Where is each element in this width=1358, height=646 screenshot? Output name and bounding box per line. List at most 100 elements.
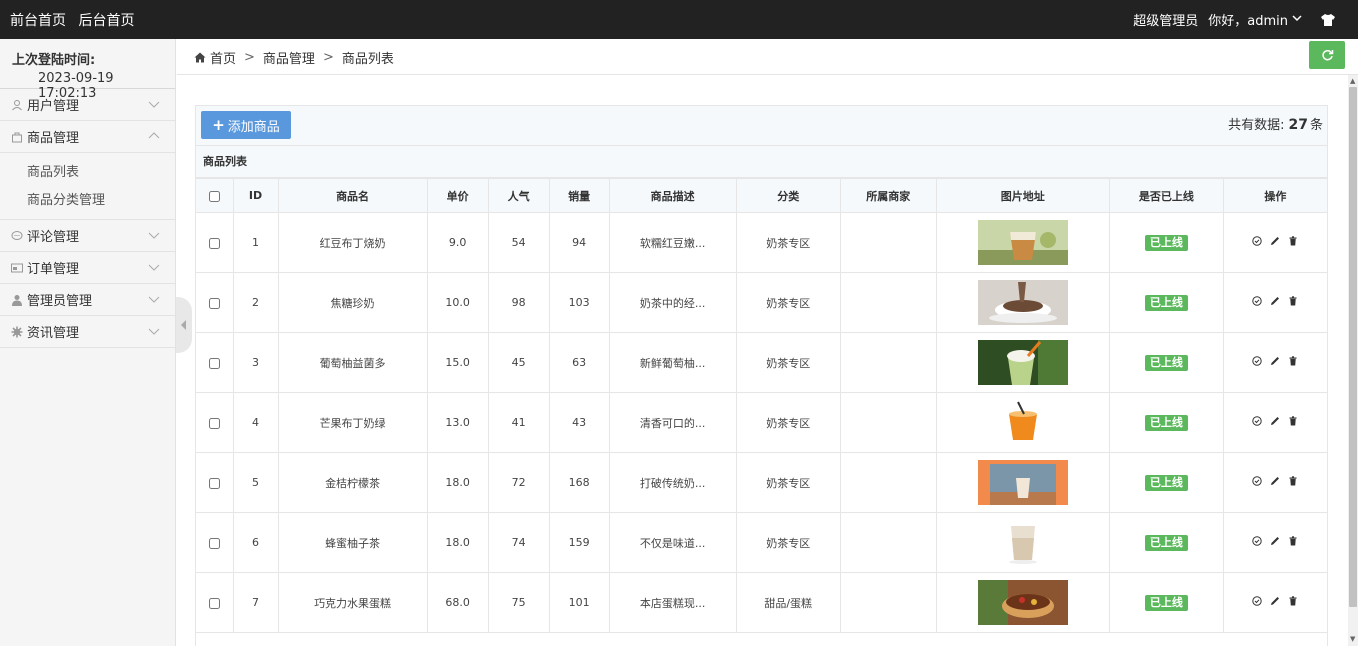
- edit-pencil-icon[interactable]: [1270, 476, 1280, 486]
- user-greeting-dropdown[interactable]: 你好，admin: [1208, 10, 1288, 29]
- check-circle-icon[interactable]: [1252, 416, 1263, 426]
- cell-id: 4: [232, 392, 279, 453]
- cell-sales: 94: [548, 212, 610, 273]
- trash-icon[interactable]: [1288, 536, 1298, 546]
- row-actions: [1252, 536, 1298, 546]
- cell-id: 2: [232, 272, 279, 333]
- row-checkbox[interactable]: [208, 477, 220, 489]
- cell-ops: [1222, 272, 1329, 333]
- sidebar-item-news[interactable]: 资讯管理: [0, 316, 175, 348]
- col-header-desc[interactable]: 商品描述: [608, 178, 737, 213]
- scrollbar-thumb[interactable]: [1349, 87, 1357, 607]
- sidebar-item-orders[interactable]: 订单管理: [0, 252, 175, 284]
- sidebar-collapse-toggle[interactable]: [176, 297, 192, 353]
- table-row: 5 金桔柠檬茶 18.0 72 168 打破传统奶... 奶茶专区 已上线: [196, 452, 1329, 513]
- cell-popularity: 74: [487, 512, 550, 573]
- sidebar-item-product-category[interactable]: 商品分类管理: [0, 187, 175, 215]
- cell-name: 巧克力水果蛋糕: [277, 572, 428, 633]
- sidebar-item-comments[interactable]: 评论管理: [0, 220, 175, 252]
- product-thumbnail[interactable]: [977, 220, 1068, 265]
- edit-pencil-icon[interactable]: [1270, 356, 1280, 366]
- scroll-down-icon[interactable]: ▼: [1350, 636, 1356, 643]
- sidebar-item-label: 用户管理: [27, 99, 80, 114]
- row-select-cell: [196, 332, 234, 393]
- trash-icon[interactable]: [1288, 296, 1298, 306]
- product-thumbnail[interactable]: [977, 580, 1068, 625]
- sidebar-item-admins[interactable]: 管理员管理: [0, 284, 175, 316]
- cell-merchant: [839, 452, 937, 513]
- cell-merchant: [839, 392, 937, 453]
- row-checkbox[interactable]: [208, 297, 220, 309]
- trash-icon[interactable]: [1288, 596, 1298, 606]
- cell-online: 已上线: [1108, 332, 1224, 393]
- product-thumbnail[interactable]: [977, 520, 1068, 565]
- top-navbar: 前台首页 后台首页 超级管理员 你好，admin: [0, 0, 1358, 39]
- edit-pencil-icon[interactable]: [1270, 596, 1280, 606]
- breadcrumb-product-mgmt[interactable]: 商品管理: [263, 48, 315, 67]
- sidebar-item-products[interactable]: 商品管理: [0, 121, 175, 153]
- trash-icon[interactable]: [1288, 236, 1298, 246]
- product-thumbnail[interactable]: [977, 400, 1068, 445]
- trash-icon[interactable]: [1288, 476, 1298, 486]
- cell-id: 5: [232, 452, 279, 513]
- sidebar-item-label: 管理员管理: [27, 294, 93, 309]
- skin-shirt-icon[interactable]: [1320, 13, 1336, 27]
- sidebar-item-product-list[interactable]: 商品列表: [0, 159, 175, 187]
- breadcrumb-home[interactable]: 首页: [210, 48, 236, 67]
- cell-image: [935, 572, 1110, 633]
- col-header-online[interactable]: 是否已上线: [1108, 178, 1224, 213]
- table-toolbar: + 添加商品 共有数据: 27 条: [196, 106, 1327, 146]
- scroll-up-icon[interactable]: ▲: [1350, 78, 1356, 85]
- cell-popularity: 54: [487, 212, 550, 273]
- select-all-cell: [196, 178, 234, 213]
- add-product-button[interactable]: + 添加商品: [201, 111, 291, 139]
- refresh-button[interactable]: [1309, 41, 1345, 69]
- col-header-merchant[interactable]: 所属商家: [839, 178, 937, 213]
- chevron-down-icon: [148, 229, 160, 241]
- edit-pencil-icon[interactable]: [1270, 296, 1280, 306]
- cell-ops: [1222, 572, 1329, 633]
- col-header-id[interactable]: ID: [232, 178, 279, 213]
- product-thumbnail[interactable]: [977, 340, 1068, 385]
- row-actions: [1252, 236, 1298, 246]
- row-checkbox[interactable]: [208, 237, 220, 249]
- row-select-cell: [196, 212, 234, 273]
- sidebar-item-users[interactable]: 用户管理: [0, 89, 175, 121]
- row-select-cell: [196, 452, 234, 513]
- cell-id: 3: [232, 332, 279, 393]
- row-checkbox[interactable]: [208, 357, 220, 369]
- page-scrollbar[interactable]: ▲ ▼: [1348, 75, 1358, 646]
- row-checkbox[interactable]: [208, 537, 220, 549]
- check-circle-icon[interactable]: [1252, 236, 1263, 246]
- back-home-link[interactable]: 后台首页: [78, 13, 134, 29]
- col-header-image[interactable]: 图片地址: [935, 178, 1110, 213]
- select-all-checkbox[interactable]: [208, 190, 220, 202]
- trash-icon[interactable]: [1288, 356, 1298, 366]
- chevron-down-icon[interactable]: [1292, 14, 1302, 25]
- col-header-category[interactable]: 分类: [735, 178, 841, 213]
- check-circle-icon[interactable]: [1252, 476, 1263, 486]
- check-circle-icon[interactable]: [1252, 596, 1263, 606]
- home-icon: [194, 52, 206, 63]
- check-circle-icon[interactable]: [1252, 356, 1263, 366]
- edit-pencil-icon[interactable]: [1270, 536, 1280, 546]
- front-home-link[interactable]: 前台首页: [10, 13, 66, 29]
- product-thumbnail[interactable]: [977, 280, 1068, 325]
- edit-pencil-icon[interactable]: [1270, 416, 1280, 426]
- col-header-name[interactable]: 商品名: [277, 178, 428, 213]
- col-header-popularity[interactable]: 人气: [487, 178, 550, 213]
- user-icon: [11, 99, 23, 111]
- product-thumbnail[interactable]: [977, 460, 1068, 505]
- check-circle-icon[interactable]: [1252, 536, 1263, 546]
- trash-icon[interactable]: [1288, 416, 1298, 426]
- cell-price: 18.0: [426, 512, 489, 573]
- row-checkbox[interactable]: [208, 597, 220, 609]
- cell-image: [935, 512, 1110, 573]
- col-header-sales[interactable]: 销量: [548, 178, 610, 213]
- check-circle-icon[interactable]: [1252, 296, 1263, 306]
- edit-pencil-icon[interactable]: [1270, 236, 1280, 246]
- cell-category: 奶茶专区: [735, 392, 841, 453]
- table-row: 1 红豆布丁烧奶 9.0 54 94 软糯红豆嫩... 奶茶专区 已上线: [196, 212, 1329, 273]
- col-header-price[interactable]: 单价: [426, 178, 489, 213]
- row-checkbox[interactable]: [208, 417, 220, 429]
